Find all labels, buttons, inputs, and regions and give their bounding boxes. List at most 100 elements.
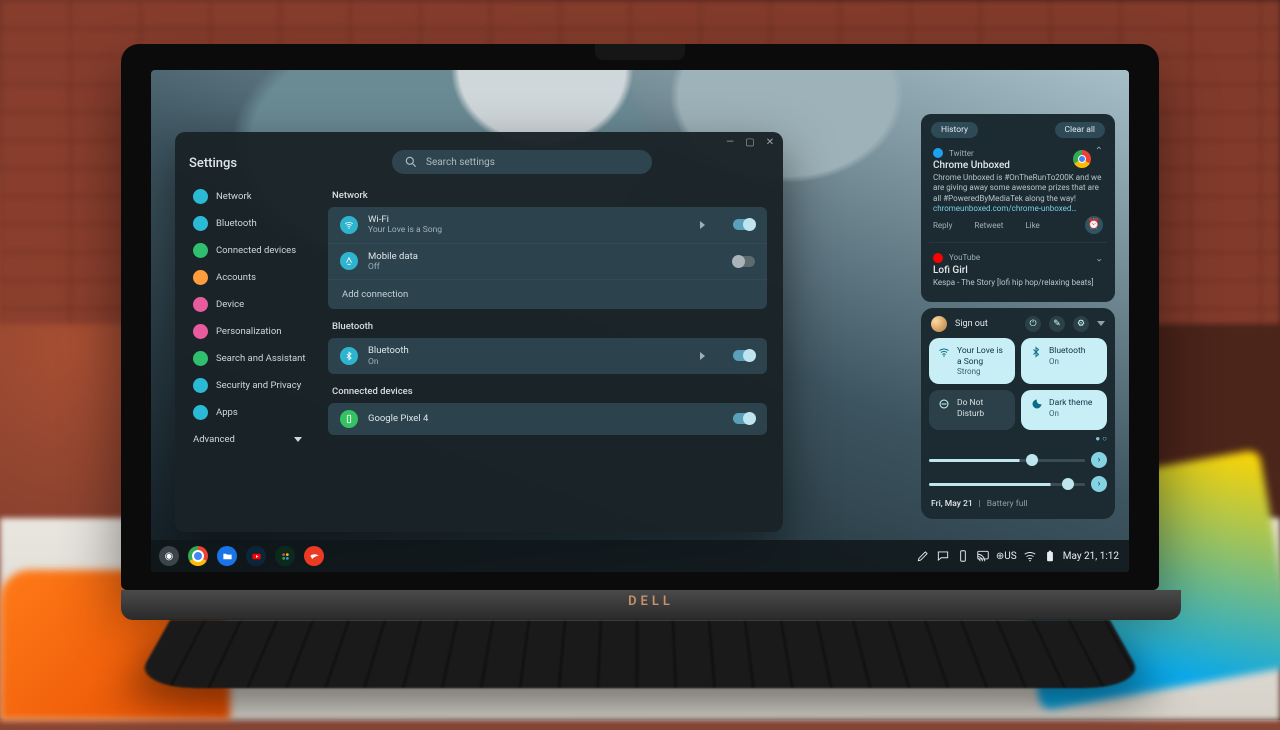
notif-action-retweet[interactable]: Retweet [974, 221, 1003, 230]
sidebar-item-label: Connected devices [216, 245, 296, 256]
sidebar-item-label: Security and Privacy [216, 380, 301, 391]
qs-dark-title: Dark theme [1049, 398, 1092, 409]
sidebar-item-connected-devices[interactable]: Connected devices [189, 237, 320, 264]
qs-tile-dark[interactable]: Dark theme On [1021, 390, 1107, 430]
qs-tile-wifi[interactable]: Your Love is a Song Strong [929, 338, 1015, 384]
twitter-icon [933, 148, 943, 158]
settings-main: Search settings Network Wi-Fi Your Love … [320, 148, 783, 532]
sidebar-advanced[interactable]: Advanced [189, 426, 320, 445]
search-icon [404, 155, 418, 169]
row-bluetooth[interactable]: Bluetooth On [328, 338, 767, 374]
section-bluetooth-head: Bluetooth [332, 321, 767, 332]
clear-all-button[interactable]: Clear all [1055, 122, 1105, 138]
row-add-connection[interactable]: Add connection [328, 280, 767, 309]
apps-icon [193, 405, 208, 420]
battery-status-icon [1043, 549, 1057, 563]
notif-source: Twitter [949, 149, 974, 158]
stadia-app-icon[interactable] [304, 546, 324, 566]
phone-icon [340, 410, 358, 428]
sidebar-item-label: Network [216, 191, 252, 202]
window-maximize-button[interactable]: ▢ [745, 137, 755, 147]
alarm-icon[interactable]: ⏰ [1085, 216, 1103, 234]
section-network-head: Network [332, 190, 767, 201]
qs-tile-bluetooth[interactable]: Bluetooth On [1021, 338, 1107, 384]
files-app-icon[interactable] [217, 546, 237, 566]
brightness-slider[interactable]: › [929, 453, 1107, 467]
sign-out-button[interactable]: Sign out [955, 319, 1017, 329]
notif-action-reply[interactable]: Reply [933, 221, 952, 230]
qs-tile-dnd[interactable]: Do Not Disturb [929, 390, 1015, 430]
wifi-icon [938, 346, 950, 358]
settings-search[interactable]: Search settings [392, 150, 652, 174]
qs-date: Fri, May 21 [931, 499, 973, 509]
mobile-sub: Off [368, 262, 723, 272]
notifications-card: History Clear all ⌃ Twitter Chrome Unbox… [921, 114, 1115, 302]
qs-battery: Battery full [987, 499, 1028, 509]
mobile-data-icon [340, 252, 358, 270]
sidebar-item-network[interactable]: Network [189, 183, 320, 210]
device-icon [193, 297, 208, 312]
volume-expand-icon[interactable]: › [1091, 476, 1107, 492]
sidebar-item-personalization[interactable]: Personalization [189, 318, 320, 345]
settings-window: — ▢ ✕ Settings Network Bluetooth [175, 132, 783, 532]
section-connected-head: Connected devices [332, 386, 767, 397]
settings-gear-button[interactable]: ⚙ [1073, 316, 1089, 332]
sidebar-item-apps[interactable]: Apps [189, 399, 320, 426]
row-wifi[interactable]: Wi-Fi Your Love is a Song [328, 207, 767, 244]
row-pixel4[interactable]: Google Pixel 4 [328, 403, 767, 435]
search-assistant-icon [193, 351, 208, 366]
notification-twitter[interactable]: ⌃ Twitter Chrome Unboxed Chrome Unboxed … [931, 144, 1105, 236]
dnd-icon [938, 398, 950, 410]
devices-icon [193, 243, 208, 258]
stylus-icon [916, 549, 930, 563]
notif-body: Kespa - The Story [lofi hip hop/relaxing… [933, 278, 1103, 288]
row-mobile-data[interactable]: Mobile data Off [328, 244, 767, 281]
window-close-button[interactable]: ✕ [765, 137, 775, 147]
system-tray-popup: History Clear all ⌃ Twitter Chrome Unbox… [921, 114, 1115, 519]
mobile-data-toggle[interactable] [733, 256, 755, 267]
user-avatar[interactable] [931, 316, 947, 332]
qs-wifi-sub: Strong [957, 367, 1006, 376]
wifi-title: Wi-Fi [368, 214, 690, 225]
sidebar-item-bluetooth[interactable]: Bluetooth [189, 210, 320, 237]
lock-button[interactable]: ✎ [1049, 316, 1065, 332]
shelf: ◉ ⊕US [151, 540, 1129, 572]
status-tray[interactable]: ⊕US May 21, 1:12 [916, 549, 1119, 563]
collapse-icon[interactable]: ⌃ [1095, 146, 1103, 157]
app4-icon[interactable] [275, 546, 295, 566]
clock: May 21, 1:12 [1063, 551, 1119, 562]
settings-title: Settings [189, 156, 320, 171]
connected-card: Google Pixel 4 [328, 403, 767, 435]
sidebar-item-accounts[interactable]: Accounts [189, 264, 320, 291]
add-connection-label: Add connection [342, 289, 408, 300]
youtube-app-icon[interactable] [246, 546, 266, 566]
window-minimize-button[interactable]: — [725, 137, 735, 147]
chevron-down-icon [294, 437, 302, 442]
notif-action-like[interactable]: Like [1025, 221, 1039, 230]
wifi-toggle[interactable] [733, 219, 755, 230]
bluetooth-card: Bluetooth On [328, 338, 767, 374]
laptop-brand: DELL [628, 594, 674, 609]
launcher-button[interactable]: ◉ [159, 546, 179, 566]
sidebar-item-search-assistant[interactable]: Search and Assistant [189, 345, 320, 372]
youtube-icon [933, 253, 943, 263]
sidebar-advanced-label: Advanced [193, 434, 235, 445]
window-titlebar: — ▢ ✕ [175, 132, 783, 148]
chevron-right-icon [700, 352, 705, 360]
bluetooth-toggle[interactable] [733, 350, 755, 361]
sidebar-item-device[interactable]: Device [189, 291, 320, 318]
pixel-toggle[interactable] [733, 413, 755, 424]
notif-link[interactable]: chromeunboxed.com/chrome-unboxed… [933, 204, 1103, 214]
brightness-expand-icon[interactable]: › [1091, 452, 1107, 468]
sidebar-item-security-privacy[interactable]: Security and Privacy [189, 372, 320, 399]
history-button[interactable]: History [931, 122, 978, 138]
bluetooth-icon [1030, 346, 1042, 358]
expand-icon[interactable]: ⌃ [1095, 251, 1103, 262]
volume-slider[interactable]: › [929, 477, 1107, 491]
notification-youtube[interactable]: ⌃ YouTube Lofi Girl Kespa - The Story [l… [931, 249, 1105, 294]
chrome-app-icon[interactable] [188, 546, 208, 566]
collapse-qs-icon[interactable] [1097, 321, 1105, 326]
power-button[interactable]: ⏻ [1025, 316, 1041, 332]
sidebar-item-label: Bluetooth [216, 218, 257, 229]
settings-sidebar: Settings Network Bluetooth Connected dev… [175, 148, 320, 532]
